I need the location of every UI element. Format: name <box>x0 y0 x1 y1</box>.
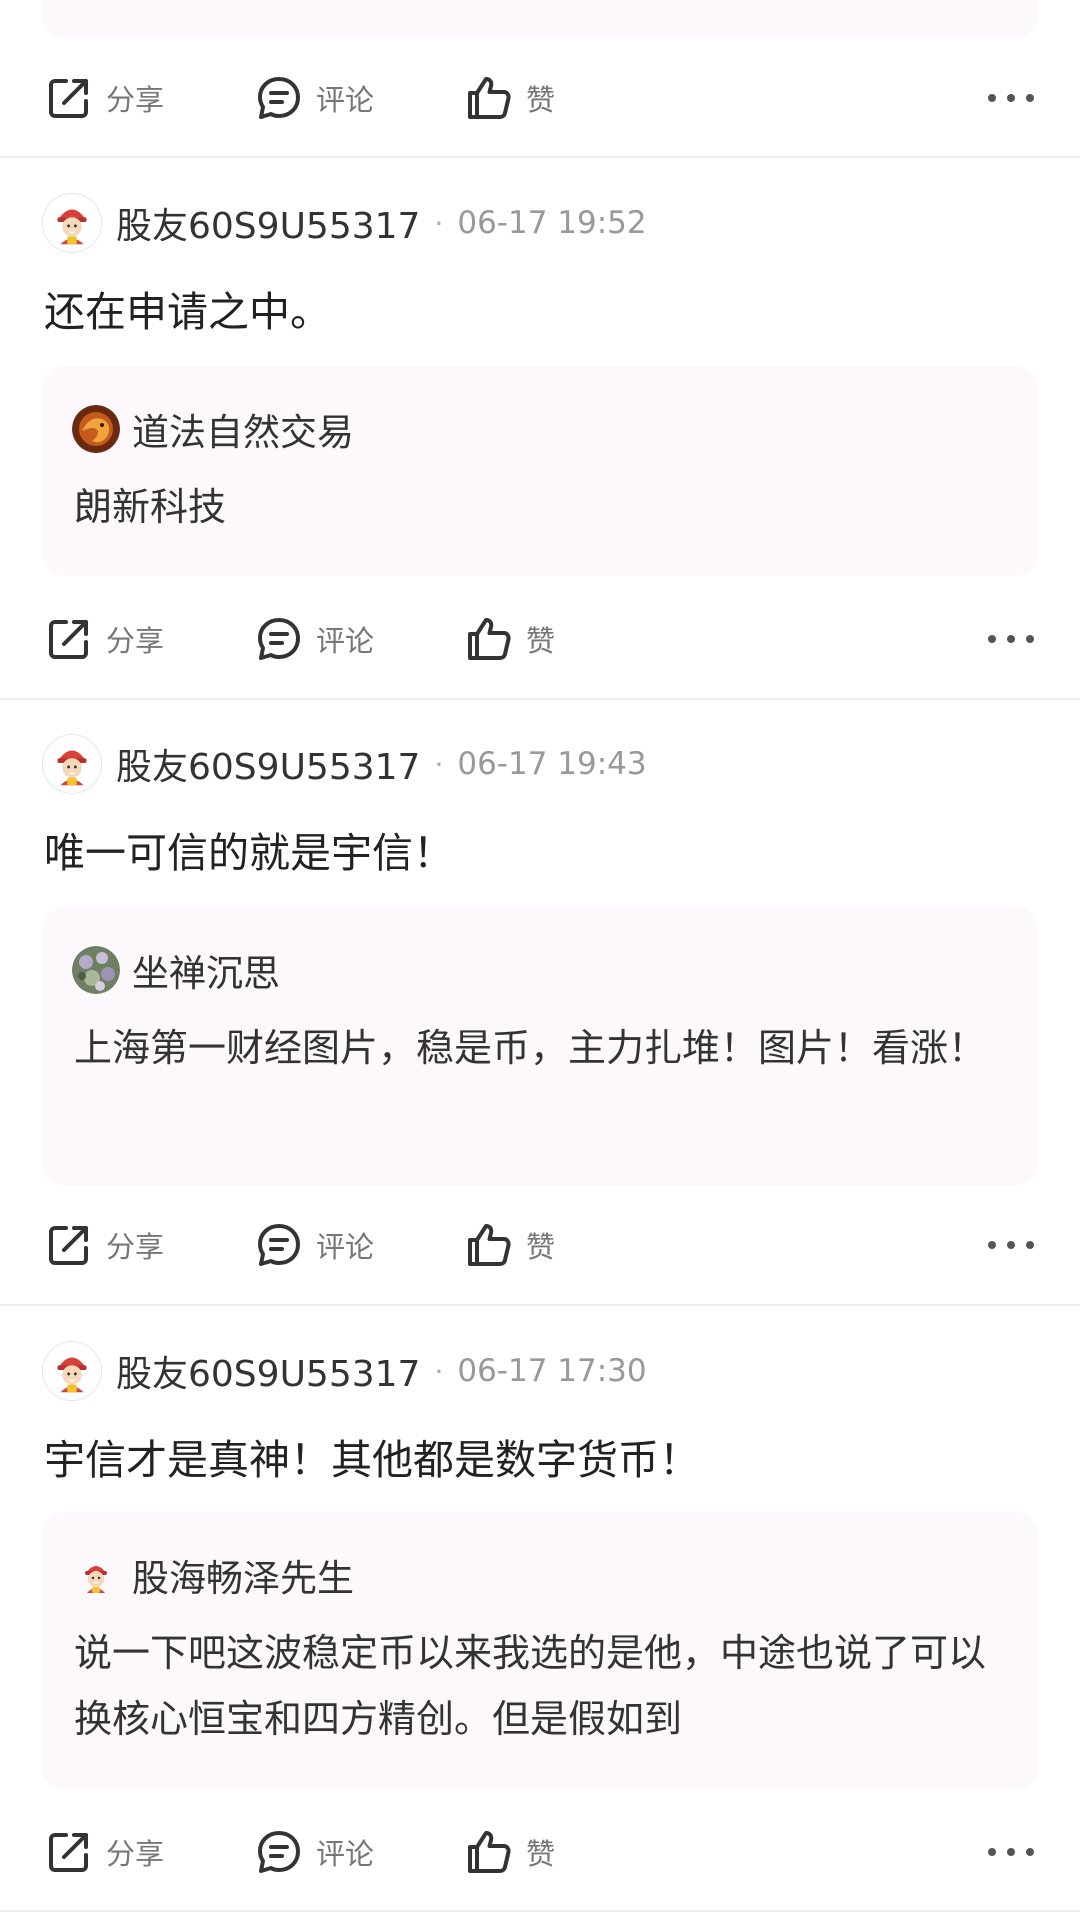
quoted-user-avatar[interactable] <box>72 946 120 994</box>
thumbs-up-icon <box>468 1831 511 1873</box>
share-button[interactable]: 分享 <box>44 603 164 675</box>
share-button[interactable]: 分享 <box>44 62 164 134</box>
comment-icon <box>258 618 300 660</box>
comment-label: 评论 <box>316 1230 375 1264</box>
user-avatar[interactable] <box>42 734 102 794</box>
like-label: 赞 <box>526 83 556 117</box>
quoted-username[interactable]: 股海畅泽先生 <box>132 1548 354 1602</box>
action-bar: 分享 评论 赞 <box>0 62 1080 134</box>
quoted-user-avatar[interactable] <box>72 405 120 453</box>
quoted-user-avatar[interactable] <box>72 1551 120 1599</box>
username[interactable]: 股友60S9U55317 <box>116 738 420 790</box>
more-dot <box>1026 635 1034 643</box>
share-icon <box>49 1833 88 1872</box>
more-dot <box>988 1848 996 1856</box>
quoted-text: 朗新科技 <box>74 485 227 529</box>
divider <box>0 1304 1080 1306</box>
more-options-button[interactable] <box>988 86 1034 110</box>
more-dot <box>1007 1241 1015 1249</box>
comment-button[interactable]: 评论 <box>254 1209 374 1281</box>
more-options-button[interactable] <box>988 627 1034 651</box>
meta-separator: · <box>434 1354 444 1388</box>
comment-label: 评论 <box>316 1837 375 1871</box>
quoted-post-card[interactable]: 股海畅泽先生 说一下吧这波稳定币以来我选的是他，中途也说了可以换核心恒宝和四方精… <box>42 1512 1038 1790</box>
action-bar: 分享 评论 赞 <box>0 1816 1080 1888</box>
quoted-post-header: 坐禅沉思 <box>72 945 280 995</box>
comment-icon <box>258 1224 300 1266</box>
post-time: 06-17 19:43 <box>457 746 647 782</box>
thumbs-up-icon <box>468 618 511 660</box>
post-text: 唯一可信的就是宇信！ <box>44 829 454 877</box>
divider <box>0 698 1080 700</box>
username[interactable]: 股友60S9U55317 <box>116 1345 420 1397</box>
post-header: 股友60S9U55317 · 06-17 19:43 <box>42 733 647 795</box>
quoted-post-header: 股海畅泽先生 <box>72 1550 354 1600</box>
more-dot <box>1007 94 1015 102</box>
quoted-post-card[interactable]: 坐禅沉思 上海第一财经图片，稳是币，主力扎堆！图片！看涨！ <box>42 907 1038 1185</box>
quoted-post-card[interactable]: 道法自然交易 朗新科技 <box>42 366 1038 576</box>
share-label: 分享 <box>106 1837 165 1871</box>
thumbs-up-icon <box>468 1224 511 1266</box>
thumbs-up-icon <box>468 77 511 119</box>
quoted-post-header: 道法自然交易 <box>72 404 354 454</box>
post-text: 宇信才是真神！其他都是数字货币！ <box>44 1436 700 1484</box>
like-label: 赞 <box>526 624 556 658</box>
divider <box>0 156 1080 158</box>
share-icon <box>49 1226 88 1265</box>
more-dot <box>1007 635 1015 643</box>
meta-separator: · <box>434 747 444 781</box>
share-button[interactable]: 分享 <box>44 1816 164 1888</box>
comment-button[interactable]: 评论 <box>254 603 374 675</box>
more-dot <box>988 94 996 102</box>
previous-quote-card[interactable] <box>42 0 1038 38</box>
more-options-button[interactable] <box>988 1840 1034 1864</box>
post-text: 还在申请之中。 <box>44 288 331 336</box>
post-header: 股友60S9U55317 · 06-17 17:30 <box>42 1340 647 1402</box>
more-dot <box>1026 1848 1034 1856</box>
quoted-text: 上海第一财经图片，稳是币，主力扎堆！图片！看涨！ <box>74 1026 987 1070</box>
share-icon <box>49 79 88 118</box>
more-options-button[interactable] <box>988 1233 1034 1257</box>
share-icon <box>49 620 88 659</box>
like-button[interactable]: 赞 <box>464 1209 555 1281</box>
user-avatar[interactable] <box>42 1341 102 1401</box>
share-label: 分享 <box>106 1230 165 1264</box>
username[interactable]: 股友60S9U55317 <box>116 197 420 249</box>
like-button[interactable]: 赞 <box>464 603 555 675</box>
comment-icon <box>258 1831 300 1873</box>
share-label: 分享 <box>106 83 165 117</box>
comment-button[interactable]: 评论 <box>254 1816 374 1888</box>
like-button[interactable]: 赞 <box>464 62 555 134</box>
quoted-text: 说一下吧这波稳定币以来我选的是他，中途也说了可以换核心恒宝和四方精创。但是假如到 <box>74 1631 987 1741</box>
post-header: 股友60S9U55317 · 06-17 19:52 <box>42 192 647 254</box>
action-bar: 分享 评论 赞 <box>0 1209 1080 1281</box>
more-dot <box>1026 94 1034 102</box>
quoted-username[interactable]: 坐禅沉思 <box>132 943 280 997</box>
meta-separator: · <box>434 206 444 240</box>
comment-icon <box>258 77 300 119</box>
share-button[interactable]: 分享 <box>44 1209 164 1281</box>
action-bar: 分享 评论 赞 <box>0 603 1080 675</box>
like-button[interactable]: 赞 <box>464 1816 555 1888</box>
like-label: 赞 <box>526 1837 556 1871</box>
comment-label: 评论 <box>316 624 375 658</box>
comment-label: 评论 <box>316 83 375 117</box>
post-time: 06-17 17:30 <box>457 1353 647 1389</box>
quoted-username[interactable]: 道法自然交易 <box>132 402 354 456</box>
more-dot <box>1026 1241 1034 1249</box>
like-label: 赞 <box>526 1230 556 1264</box>
more-dot <box>988 1241 996 1249</box>
user-avatar[interactable] <box>42 193 102 253</box>
divider <box>0 1910 1080 1912</box>
post-time: 06-17 19:52 <box>457 205 647 241</box>
more-dot <box>1007 1848 1015 1856</box>
comment-button[interactable]: 评论 <box>254 62 374 134</box>
more-dot <box>988 635 996 643</box>
share-label: 分享 <box>106 624 165 658</box>
